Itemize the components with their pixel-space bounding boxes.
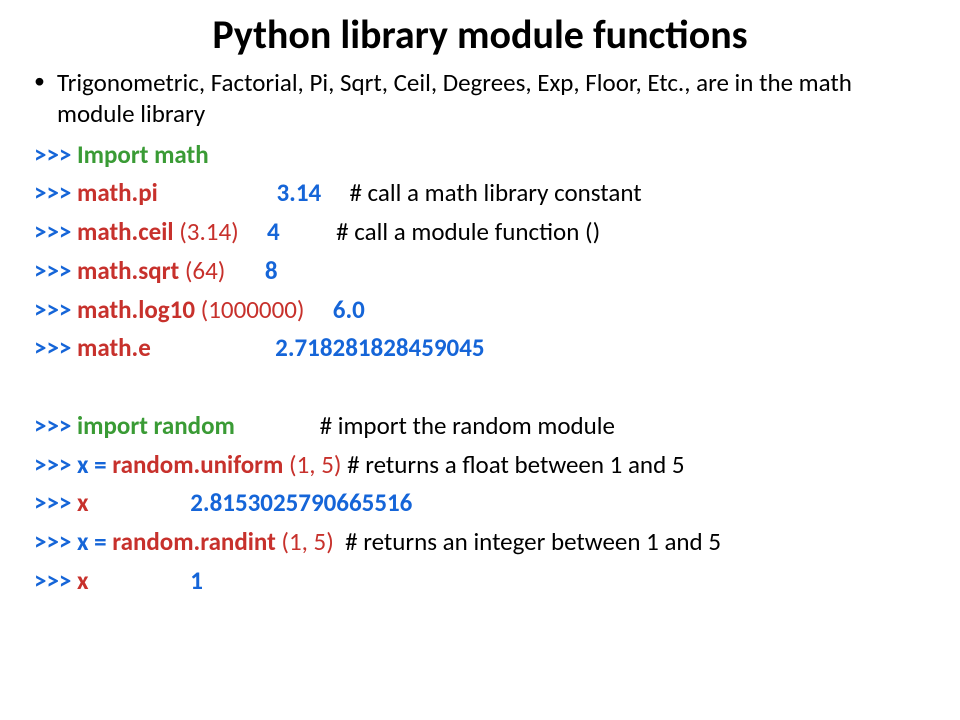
code-args: (1000000) bbox=[195, 294, 305, 325]
code-args: (1, 5) bbox=[283, 449, 347, 480]
code-line-blank bbox=[34, 368, 930, 407]
code-comment: # returns a float between 1 and 5 bbox=[347, 449, 684, 480]
code-result: 2.8153025790665516 bbox=[190, 487, 412, 518]
bullet-dot-icon: • bbox=[34, 67, 45, 95]
code-result: 3.14 bbox=[276, 177, 321, 208]
bullet-text: Trigonometric, Factorial, Pi, Sqrt, Ceil… bbox=[57, 67, 930, 130]
prompt: >>> bbox=[34, 294, 77, 325]
code-line-import-math: >>> Import math bbox=[34, 136, 930, 175]
pad bbox=[225, 255, 265, 286]
prompt: >>> bbox=[34, 177, 77, 208]
code-result: 8 bbox=[265, 255, 278, 286]
prompt: >>> bbox=[34, 487, 77, 518]
code-comment: # call a module function () bbox=[336, 216, 600, 247]
code-comment: # import the random module bbox=[320, 410, 615, 441]
pad bbox=[235, 410, 320, 441]
pad bbox=[280, 216, 337, 247]
prompt: >>> bbox=[34, 216, 77, 247]
code-keyword: import random bbox=[77, 410, 235, 441]
code-call: random.randint bbox=[112, 526, 275, 557]
prompt: >>> bbox=[34, 332, 77, 363]
code-args: (1, 5) bbox=[276, 526, 334, 557]
code-result: 1 bbox=[190, 565, 203, 596]
prompt: >>> bbox=[34, 410, 77, 441]
code-call: random.uniform bbox=[112, 449, 283, 480]
code-result: 4 bbox=[267, 216, 280, 247]
code-comment: # call a math library constant bbox=[349, 177, 641, 208]
code-result: 2.718281828459045 bbox=[275, 332, 484, 363]
pad bbox=[89, 565, 191, 596]
prompt: >>> bbox=[34, 449, 77, 480]
code-line-x-int: >>> x 1 bbox=[34, 562, 930, 601]
code-line-math-pi: >>> math.pi 3.14 # call a math library c… bbox=[34, 174, 930, 213]
pad bbox=[151, 332, 275, 363]
code-line-random-uniform: >>> x = random.uniform (1, 5) # returns … bbox=[34, 446, 930, 485]
pad bbox=[239, 216, 267, 247]
code-line-math-ceil: >>> math.ceil (3.14) 4 # call a module f… bbox=[34, 213, 930, 252]
prompt: >>> bbox=[34, 565, 77, 596]
code-line-math-sqrt: >>> math.sqrt (64) 8 bbox=[34, 252, 930, 291]
code-call: math.log10 bbox=[77, 294, 195, 325]
code-block: >>> Import math >>> math.pi 3.14 # call … bbox=[30, 136, 930, 601]
code-assign: x = bbox=[77, 449, 112, 480]
code-line-math-e: >>> math.e 2.718281828459045 bbox=[34, 329, 930, 368]
prompt: >>> bbox=[34, 255, 77, 286]
code-var: x bbox=[77, 565, 89, 596]
prompt: >>> bbox=[34, 139, 77, 170]
code-call: math.ceil bbox=[77, 216, 174, 247]
code-line-import-random: >>> import random # import the random mo… bbox=[34, 407, 930, 446]
code-call: math.e bbox=[77, 332, 151, 363]
prompt: >>> bbox=[34, 526, 77, 557]
code-comment: # returns an integer between 1 and 5 bbox=[345, 526, 721, 557]
pad bbox=[321, 177, 349, 208]
code-keyword: Import math bbox=[77, 139, 209, 170]
code-var: x bbox=[77, 487, 89, 518]
pad bbox=[334, 526, 345, 557]
code-line-x-float: >>> x 2.8153025790665516 bbox=[34, 484, 930, 523]
code-line-math-log10: >>> math.log10 (1000000) 6.0 bbox=[34, 291, 930, 330]
pad bbox=[305, 294, 333, 325]
slide-title: Python library module functions bbox=[30, 10, 930, 59]
code-line-random-randint: >>> x = random.randint (1, 5) # returns … bbox=[34, 523, 930, 562]
code-result: 6.0 bbox=[333, 294, 365, 325]
code-args: (64) bbox=[179, 255, 225, 286]
pad bbox=[158, 177, 277, 208]
code-assign: x = bbox=[77, 526, 112, 557]
pad bbox=[89, 487, 191, 518]
code-call: math.sqrt bbox=[77, 255, 179, 286]
bullet-item: • Trigonometric, Factorial, Pi, Sqrt, Ce… bbox=[30, 67, 930, 130]
code-call: math.pi bbox=[77, 177, 158, 208]
code-args: (3.14) bbox=[174, 216, 239, 247]
